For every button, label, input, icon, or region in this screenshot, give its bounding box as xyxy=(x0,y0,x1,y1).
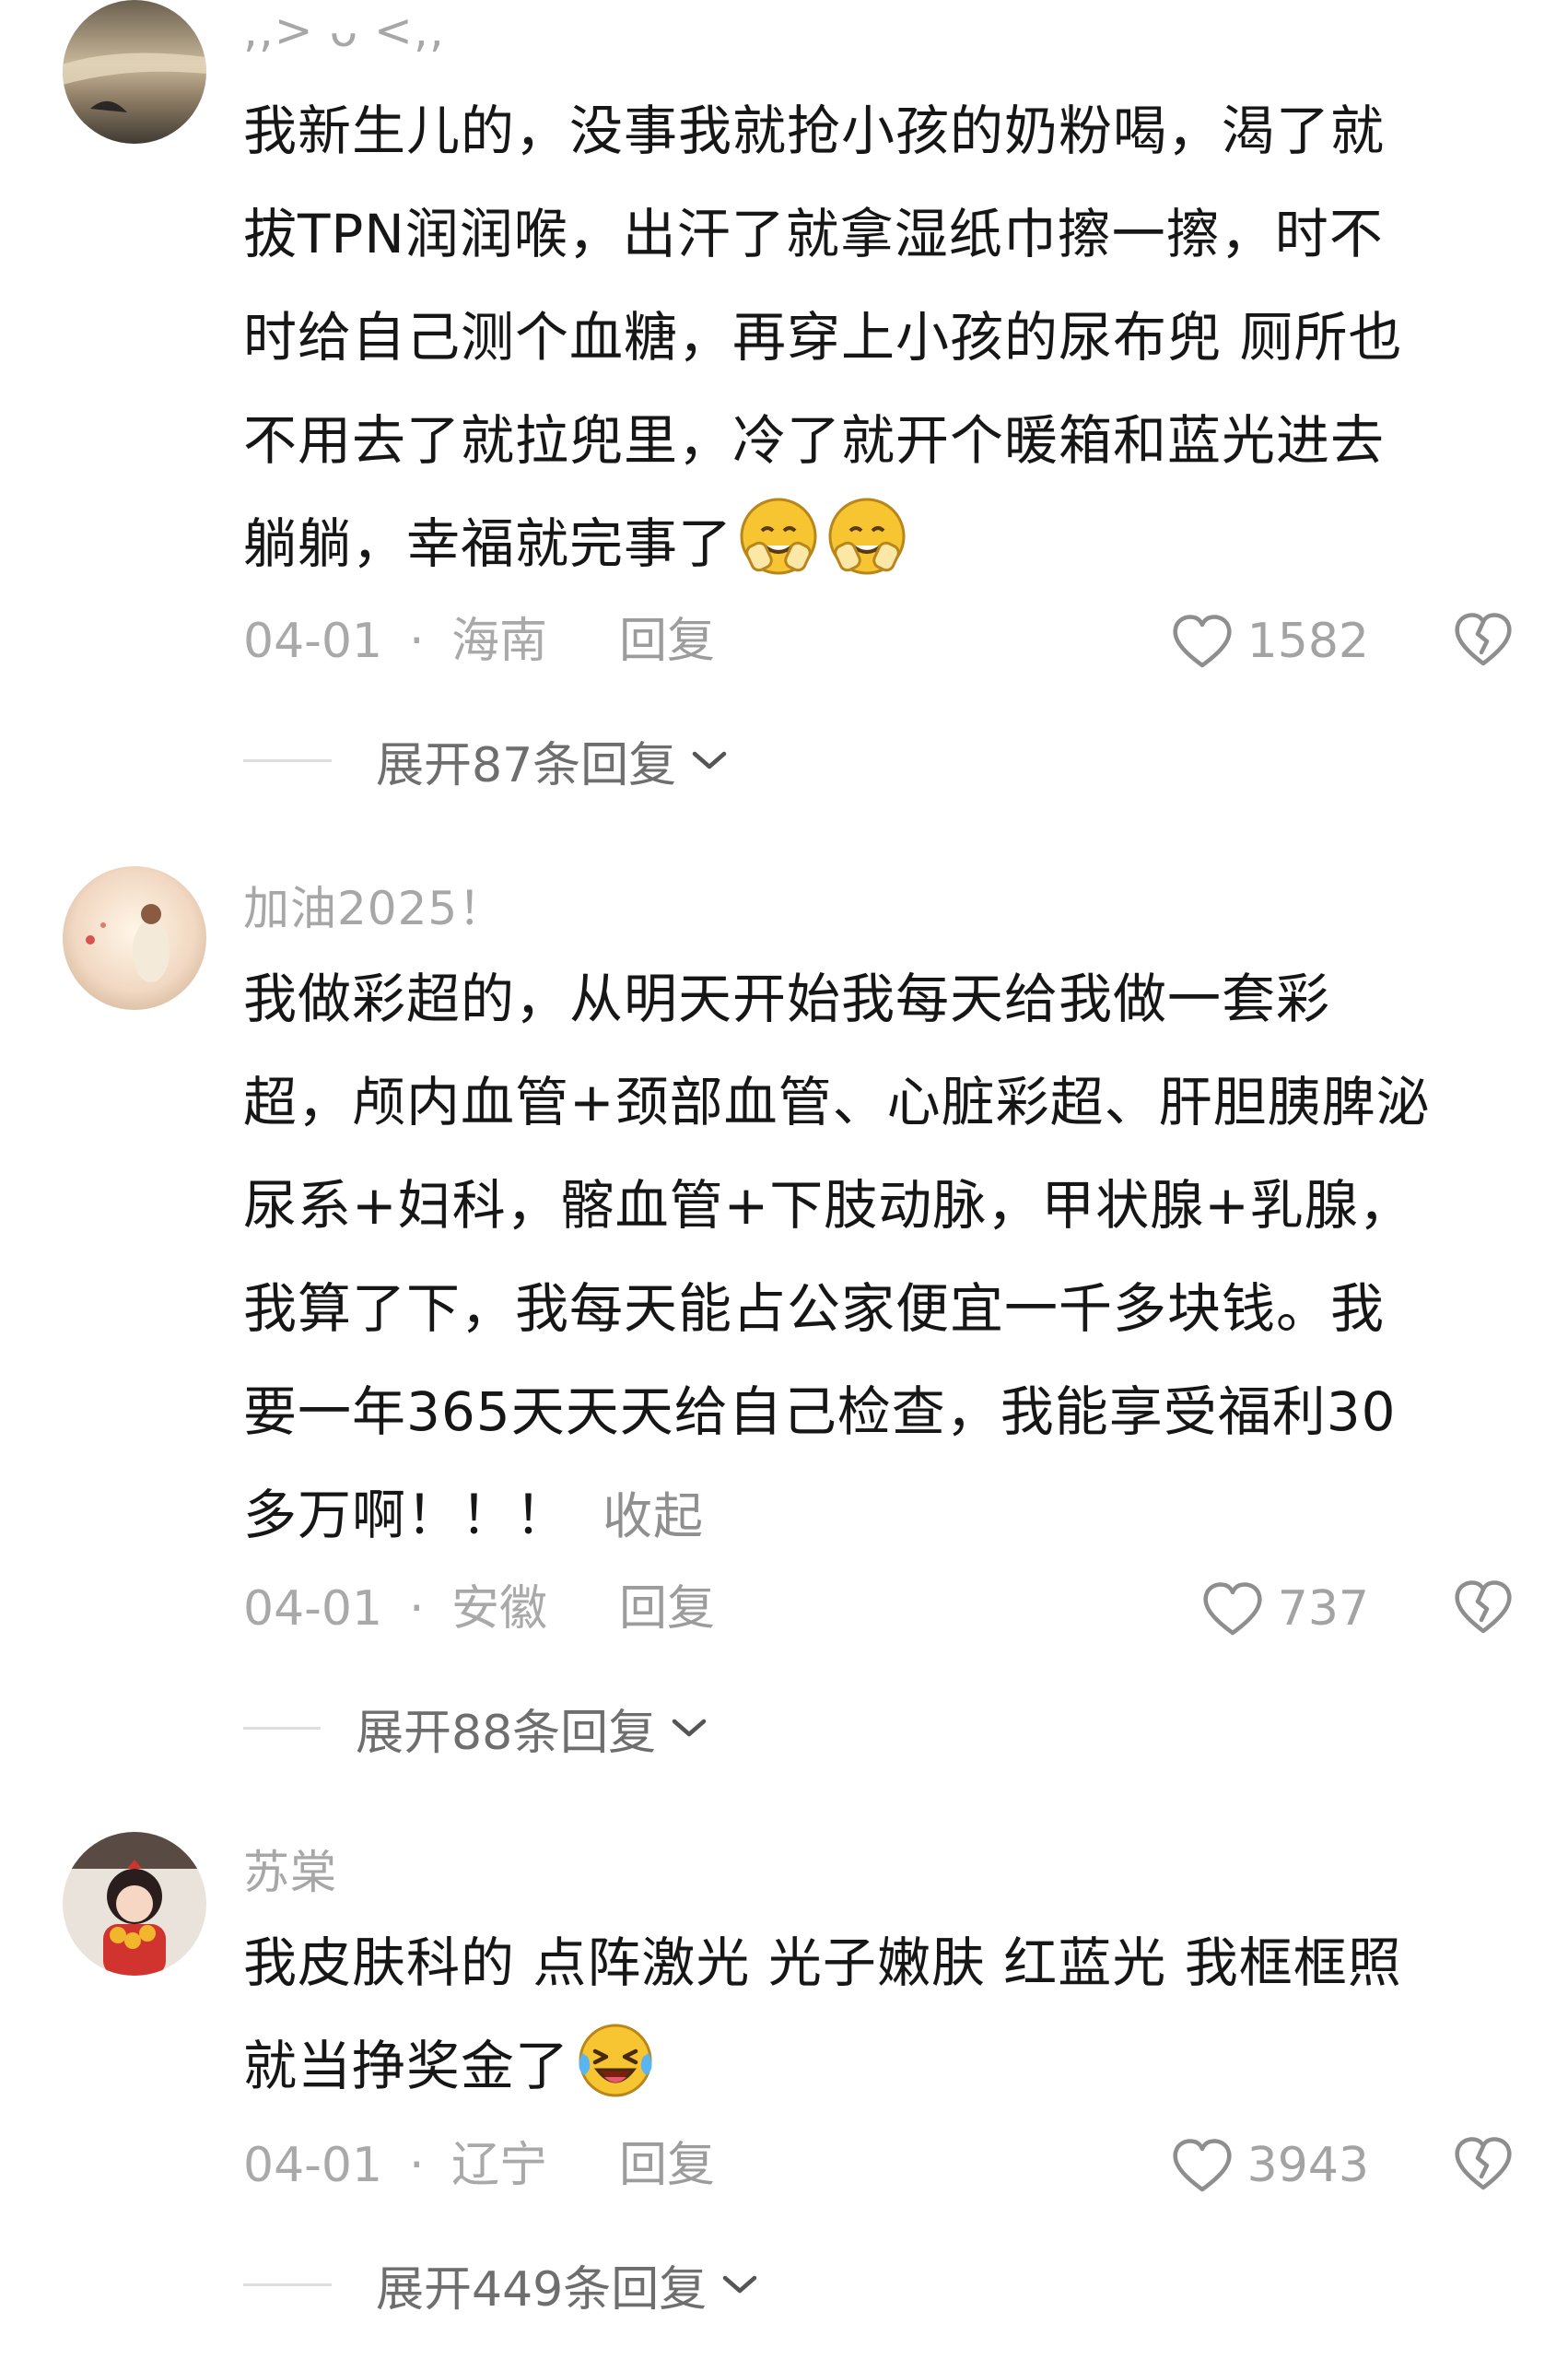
broken-heart-icon xyxy=(1455,613,1512,666)
chevron-down-icon xyxy=(672,1719,707,1737)
hugging-face-icon xyxy=(736,494,821,579)
comment-region: 安徽 xyxy=(451,1581,548,1637)
username[interactable]: ,,> ᴗ <,, xyxy=(243,4,445,57)
comment-line-last: 就当挣奖金了 xyxy=(243,2014,1524,2118)
chevron-down-icon xyxy=(723,2275,757,2294)
meta-separator: · xyxy=(409,2138,425,2193)
expand-replies-button[interactable]: 展开87条回复 xyxy=(243,728,730,793)
username[interactable]: 苏棠 xyxy=(243,1836,337,1902)
collapse-button[interactable]: 收起 xyxy=(603,1487,704,1545)
comment-line: 要一年365天天天给自己检查，我能享受福利30 xyxy=(243,1380,1397,1443)
divider xyxy=(243,758,332,762)
reply-button[interactable]: 回复 xyxy=(619,2129,715,2202)
chevron-down-icon xyxy=(692,751,727,769)
heart-icon xyxy=(1203,1582,1262,1636)
divider xyxy=(243,2283,332,2286)
like-button[interactable]: 3943 xyxy=(1170,2129,1369,2202)
comment-region: 辽宁 xyxy=(451,2138,548,2193)
comment-meta: 04-01 · 安徽 回复 737 xyxy=(243,1572,1515,1646)
expand-replies-label: 展开88条回复 xyxy=(356,1705,657,1761)
comments-page: ,,> ᴗ <,, 我新生儿的，没事我就抢小孩的奶粉喝，渴了就 拔TPN润润喉，… xyxy=(0,0,1568,2359)
broken-heart-icon xyxy=(1455,1580,1512,1634)
like-button[interactable]: 1582 xyxy=(1170,604,1369,678)
expand-replies-button[interactable]: 展开449条回复 xyxy=(243,2252,760,2318)
comment-text: 我新生儿的，没事我就抢小孩的奶粉喝，渴了就 拔TPN润润喉，出汗了就拿湿纸巾擦一… xyxy=(243,79,1524,595)
avatar[interactable] xyxy=(63,1832,206,1976)
meta-separator: · xyxy=(409,1581,425,1637)
meta-separator: · xyxy=(409,614,425,669)
laughing-crying-face-icon xyxy=(573,2016,658,2101)
like-count: 3943 xyxy=(1246,2138,1369,2193)
expand-replies-label: 展开449条回复 xyxy=(376,2261,708,2318)
divider xyxy=(243,1726,321,1730)
comment-meta: 04-01 · 海南 回复 1582 xyxy=(243,604,1515,678)
comment-line-text: 躺躺，幸福就完事了 xyxy=(243,512,733,575)
like-button[interactable]: 737 xyxy=(1200,1572,1369,1646)
expand-replies-button[interactable]: 展开88条回复 xyxy=(243,1696,709,1761)
comment-line: 不用去了就拉兜里，冷了就开个暖箱和蓝光进去 xyxy=(243,409,1386,472)
comment-line: 我算了下，我每天能占公家便宜一千多块钱。我 xyxy=(243,1277,1386,1340)
comment-line: 尿系+妇科，髂血管+下肢动脉，甲状腺+乳腺， xyxy=(243,1174,1413,1237)
hugging-face-icon xyxy=(825,494,909,579)
comment-meta: 04-01 · 辽宁 回复 3943 xyxy=(243,2129,1515,2202)
like-count: 1582 xyxy=(1246,614,1369,669)
heart-icon xyxy=(1173,615,1232,668)
comment-line: 我皮肤科的 点阵激光 光子嫩肤 红蓝光 我框框照 xyxy=(243,1931,1402,1994)
comment-line: 时给自己测个血糖，再穿上小孩的尿布兜 厕所也 xyxy=(243,306,1403,369)
avatar[interactable] xyxy=(63,0,206,144)
dislike-button[interactable] xyxy=(1452,608,1515,690)
dislike-button[interactable] xyxy=(1452,1576,1515,1658)
comment-text: 我做彩超的，从明天开始我每天给我做一套彩 超，颅内血管+颈部血管、心脏彩超、肝胆… xyxy=(243,947,1524,1567)
reply-button[interactable]: 回复 xyxy=(619,604,715,678)
expand-replies-label: 展开87条回复 xyxy=(376,737,677,793)
comment-line: 我做彩超的，从明天开始我每天给我做一套彩 xyxy=(243,968,1331,1030)
broken-heart-icon xyxy=(1455,2137,1512,2190)
comment-line-text: 就当挣奖金了 xyxy=(243,2035,570,2097)
heart-icon xyxy=(1173,2139,1232,2192)
comment-line-last: 躺躺，幸福就完事了 xyxy=(243,492,1524,595)
username[interactable]: 加油2025！ xyxy=(243,872,505,938)
comment-text: 我皮肤科的 点阵激光 光子嫩肤 红蓝光 我框框照 就当挣奖金了 xyxy=(243,1911,1524,2118)
comment-date: 04-01 xyxy=(243,2138,383,2193)
comment-date: 04-01 xyxy=(243,1581,383,1637)
comment-line-text: 多万啊！！！ xyxy=(243,1484,570,1546)
comment-line: 我新生儿的，没事我就抢小孩的奶粉喝，渴了就 xyxy=(243,100,1386,162)
avatar[interactable] xyxy=(63,866,206,1010)
comment-date: 04-01 xyxy=(243,614,383,669)
reply-button[interactable]: 回复 xyxy=(619,1572,715,1646)
comment-line: 拔TPN润润喉，出汗了就拿湿纸巾擦一擦，时不 xyxy=(243,203,1384,265)
like-count: 737 xyxy=(1277,1581,1369,1637)
comment-region: 海南 xyxy=(451,614,548,669)
dislike-button[interactable] xyxy=(1452,2132,1515,2214)
comment-line: 超，颅内血管+颈部血管、心脏彩超、肝胆胰脾泌 xyxy=(243,1071,1431,1133)
comment-line-last: 多万啊！！！ 收起 xyxy=(243,1463,1524,1567)
